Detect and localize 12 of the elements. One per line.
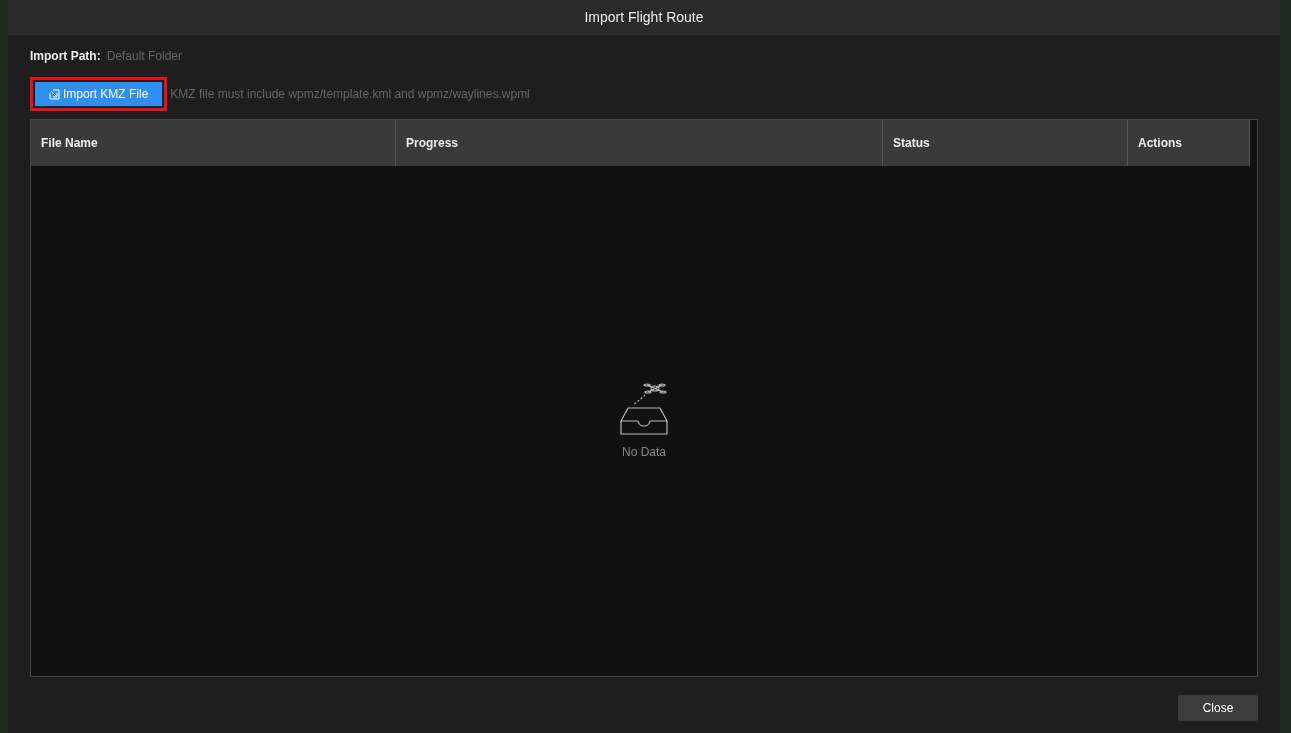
dialog-title: Import Flight Route [584,8,704,27]
column-header: File Name [31,120,396,166]
empty-box-drone-icon [619,381,669,437]
column-header: Status [883,120,1128,166]
empty-text: No Data [622,444,666,461]
import-icon [49,88,60,100]
close-button[interactable]: Close [1178,695,1258,721]
column-header: Progress [396,120,883,166]
import-path-value: Default Folder [106,48,183,65]
import-path-label: Import Path: [30,48,101,65]
column-header: Actions [1128,120,1250,166]
hint-text: KMZ file must include wpmz/template.kml and wpmz/waylines.wpml [170,86,530,103]
